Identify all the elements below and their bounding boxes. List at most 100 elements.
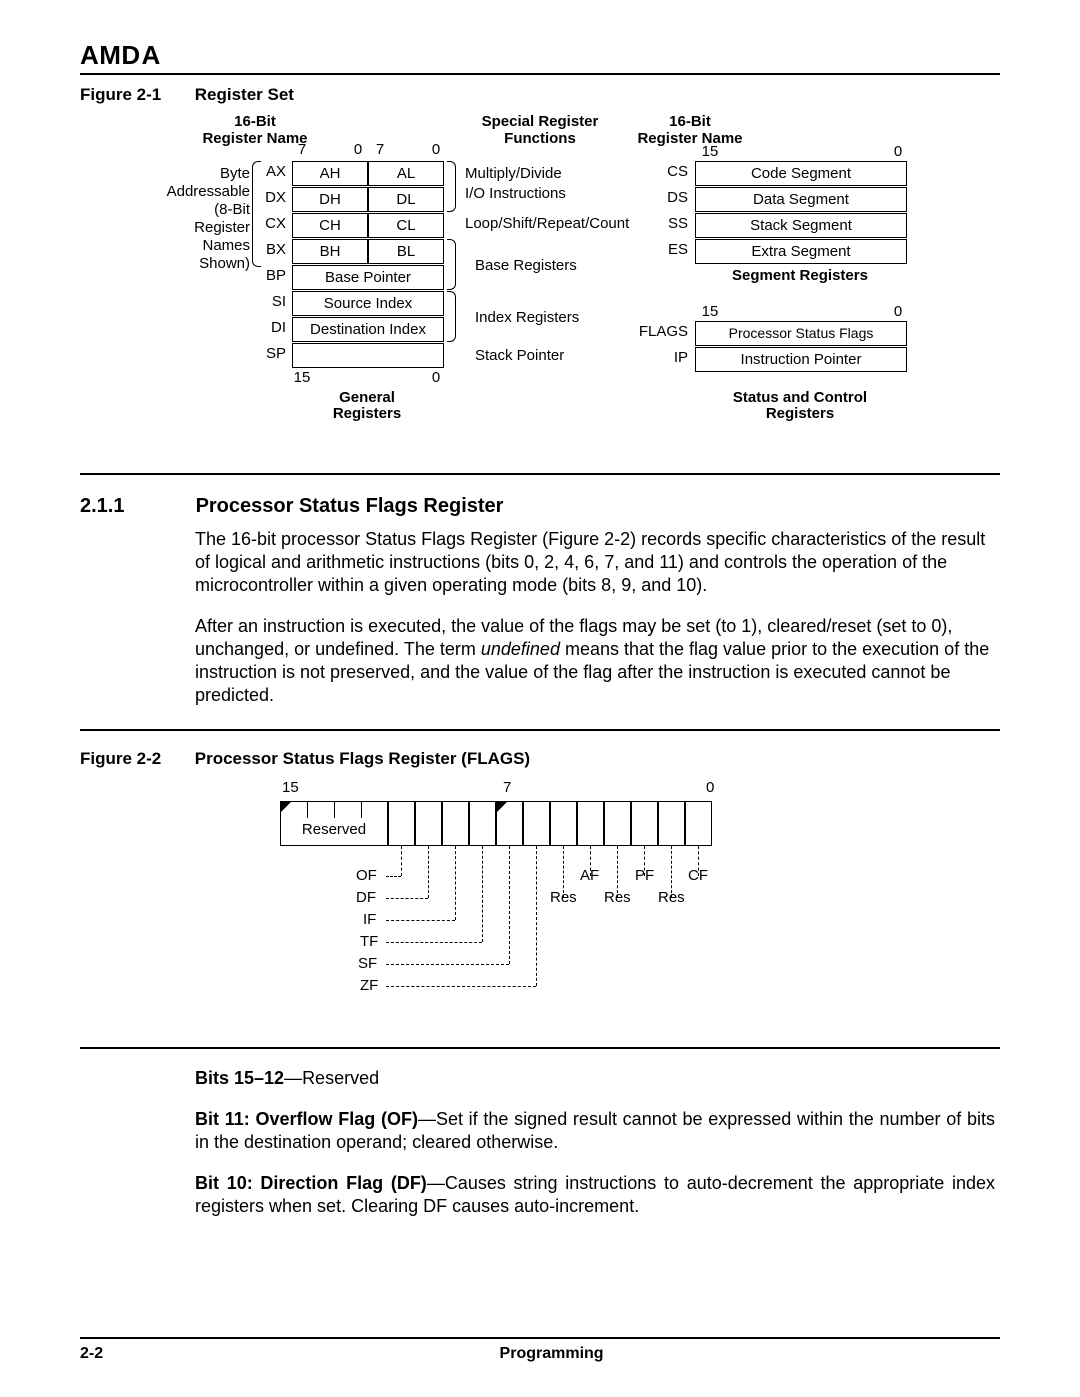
f1-brace-r1 bbox=[447, 161, 456, 212]
section-number: 2.1.1 bbox=[80, 495, 190, 518]
f1-reg-di: DI bbox=[260, 319, 286, 336]
logo-text: AMD bbox=[80, 40, 141, 70]
f2-of: OF bbox=[356, 867, 377, 884]
f2-b0: 0 bbox=[706, 779, 714, 796]
footer: 2-2 Programming bbox=[80, 1337, 1000, 1363]
figure-1-number: Figure 2-1 bbox=[80, 85, 190, 105]
b10-bold: Bit 10: Direction Flag (DF) bbox=[195, 1173, 427, 1193]
f1-func4: Base Registers bbox=[475, 257, 665, 274]
f2-pf: PF bbox=[635, 867, 654, 884]
page: AMDA Figure 2-1 Register Set 16-Bit Regi… bbox=[0, 0, 1080, 1397]
f2-df: DF bbox=[356, 889, 376, 906]
f1-ch: CH bbox=[292, 213, 368, 238]
f2-bit6 bbox=[523, 801, 550, 846]
f1-sclbl1: Status and Control bbox=[695, 389, 905, 406]
f1-seg0: 0 bbox=[888, 143, 908, 160]
f2-bit1 bbox=[658, 801, 685, 846]
divider-2 bbox=[80, 729, 1000, 731]
f1-gen1: General bbox=[292, 389, 442, 406]
f1-bh: BH bbox=[292, 239, 368, 264]
figure-2-number: Figure 2-2 bbox=[80, 749, 190, 769]
f1-sclbl2: Registers bbox=[695, 405, 905, 422]
figure-2-caption: Figure 2-2 Processor Status Flags Regist… bbox=[80, 749, 1000, 769]
section-title: Processor Status Flags Register bbox=[196, 495, 504, 517]
f1-bl: BL bbox=[368, 239, 444, 264]
f2-af: AF bbox=[580, 867, 599, 884]
f1-reg-sp: SP bbox=[260, 345, 286, 362]
divider-1 bbox=[80, 473, 1000, 475]
f1-ss: SS bbox=[652, 215, 688, 232]
f1-func2: I/O Instructions bbox=[465, 185, 655, 202]
f1-ba5: Names bbox=[120, 237, 250, 254]
f1-flags-name: FLAGS bbox=[620, 323, 688, 340]
figure-1-title: Register Set bbox=[195, 85, 294, 104]
f2-dv11 bbox=[401, 846, 402, 876]
f1-bp-cell: Base Pointer bbox=[292, 265, 444, 290]
f2-b7: 7 bbox=[503, 779, 511, 796]
b15-bold: Bits 15–12 bbox=[195, 1068, 284, 1088]
f1-func1: Multiply/Divide bbox=[465, 165, 655, 182]
divider-3 bbox=[80, 1047, 1000, 1049]
f1-bot15: 15 bbox=[292, 369, 312, 386]
f2-bit0c bbox=[685, 801, 712, 846]
f2-dh-zf bbox=[386, 986, 536, 987]
para-1: The 16-bit processor Status Flags Regist… bbox=[195, 528, 995, 597]
f1-sp-cell bbox=[292, 343, 444, 368]
f1-ba3: (8-Bit bbox=[120, 201, 250, 218]
f1-ip-name: IP bbox=[620, 349, 688, 366]
f1-seglbl: Segment Registers bbox=[695, 267, 905, 284]
f1-brace-r2 bbox=[447, 239, 456, 290]
p2b: undefined bbox=[481, 639, 565, 659]
f1-ba4: Register bbox=[120, 219, 250, 236]
f2-bit3 bbox=[604, 801, 631, 846]
b11-bold: Bit 11: Overflow Flag (OF) bbox=[195, 1109, 418, 1129]
section-heading: 2.1.1 Processor Status Flags Register bbox=[80, 495, 1000, 518]
f2-dh-if bbox=[386, 920, 455, 921]
f1-flags-cell: Processor Status Flags bbox=[695, 321, 907, 346]
f2-dh-sf bbox=[386, 964, 509, 965]
f1-func3: Loop/Shift/Repeat/Count bbox=[465, 215, 665, 232]
f2-bit4 bbox=[577, 801, 604, 846]
f2-res3: Res bbox=[604, 889, 631, 906]
f1-bit7a: 7 bbox=[292, 141, 312, 158]
bits15-12: Bits 15–12—Reserved bbox=[195, 1067, 995, 1090]
logo: AMDA bbox=[80, 40, 1000, 75]
f1-brace-r3 bbox=[447, 291, 456, 342]
f1-reg-cx: CX bbox=[260, 215, 286, 232]
f1-reg-bx: BX bbox=[260, 241, 286, 258]
f1-ba2: Addressable bbox=[120, 183, 250, 200]
f1-spec2: Functions bbox=[460, 130, 620, 147]
f2-sf: SF bbox=[358, 955, 377, 972]
f1-bit7b: 7 bbox=[370, 141, 390, 158]
f2-if: IF bbox=[363, 911, 376, 928]
f2-dv6 bbox=[536, 846, 537, 986]
f1-cs: CS bbox=[652, 163, 688, 180]
f1-es: ES bbox=[652, 241, 688, 258]
f1-ah: AH bbox=[292, 161, 368, 186]
b15-txt: —Reserved bbox=[284, 1068, 379, 1088]
f1-reg-si: SI bbox=[260, 293, 286, 310]
f2-bit8 bbox=[469, 801, 496, 846]
f1-reg-ax: AX bbox=[260, 163, 286, 180]
figure-1-caption: Figure 2-1 Register Set bbox=[80, 85, 1000, 105]
f1-bit0b: 0 bbox=[426, 141, 446, 158]
bit-descriptions: Bits 15–12—Reserved Bit 11: Overflow Fla… bbox=[195, 1067, 995, 1218]
footer-chapter: Programming bbox=[80, 1345, 1000, 1363]
f1-cs-cell: Code Segment bbox=[695, 161, 907, 186]
f2-dh-df bbox=[386, 898, 428, 899]
f1-sc15: 15 bbox=[700, 303, 720, 320]
figure-2-diagram: 15 7 0 Reserved bbox=[280, 779, 740, 1039]
f1-reg-dx: DX bbox=[260, 189, 286, 206]
f2-res5: Res bbox=[550, 889, 577, 906]
f1-gen2: Registers bbox=[292, 405, 442, 422]
f1-bit0a: 0 bbox=[348, 141, 368, 158]
f2-dv7 bbox=[509, 846, 510, 964]
f2-tick-13 bbox=[334, 802, 335, 818]
bit10: Bit 10: Direction Flag (DF)—Causes strin… bbox=[195, 1172, 995, 1218]
figure-1-diagram: 16-Bit Register Name Byte Addressable (8… bbox=[80, 113, 1000, 443]
f2-dh-of bbox=[386, 876, 401, 877]
f1-ds-cell: Data Segment bbox=[695, 187, 907, 212]
f1-reg-bp: BP bbox=[260, 267, 286, 284]
f1-ip-cell: Instruction Pointer bbox=[695, 347, 907, 372]
f2-tick-12 bbox=[361, 802, 362, 818]
